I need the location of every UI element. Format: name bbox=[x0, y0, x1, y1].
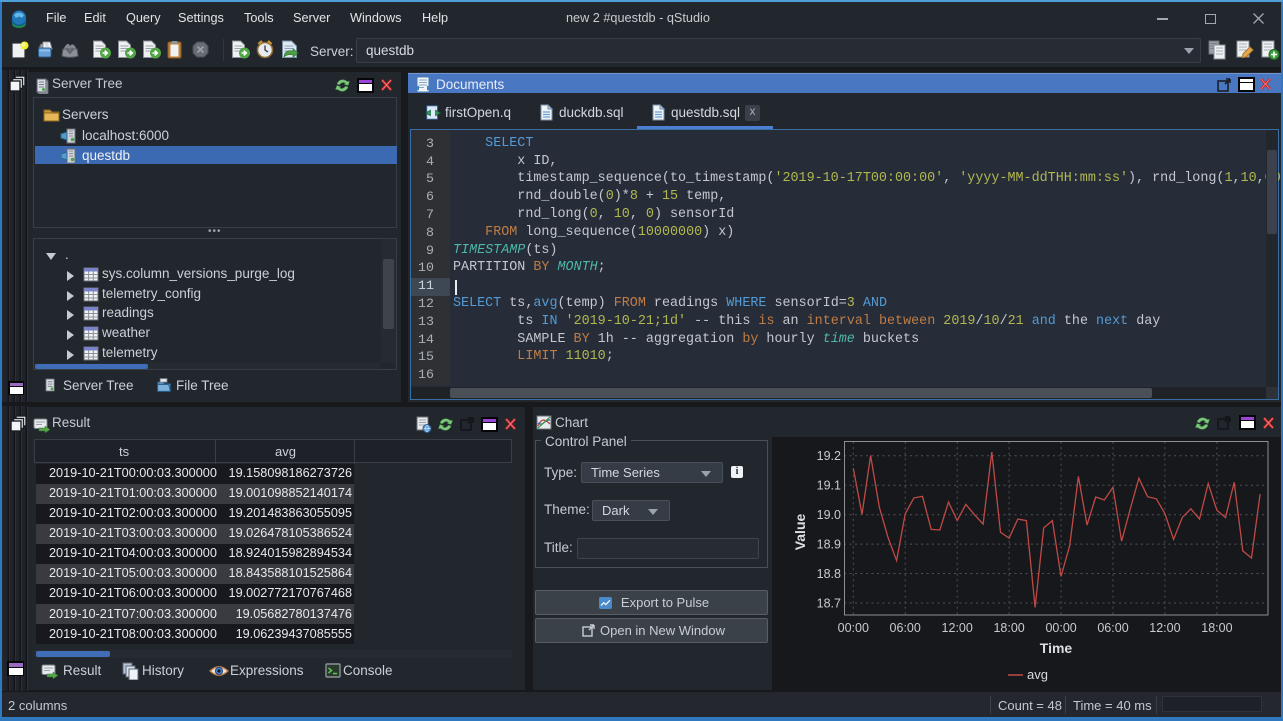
svg-text:18.7: 18.7 bbox=[817, 596, 841, 610]
svg-text:12:00: 12:00 bbox=[1149, 621, 1180, 635]
svg-text:00:00: 00:00 bbox=[838, 621, 869, 635]
svg-text:18:00: 18:00 bbox=[1201, 621, 1232, 635]
svg-text:06:00: 06:00 bbox=[890, 621, 921, 635]
svg-text:18:00: 18:00 bbox=[993, 621, 1024, 635]
svg-text:19.1: 19.1 bbox=[817, 479, 841, 493]
svg-text:12:00: 12:00 bbox=[942, 621, 973, 635]
svg-text:18.8: 18.8 bbox=[817, 567, 841, 581]
svg-text:00:00: 00:00 bbox=[1045, 621, 1076, 635]
svg-text:Time: Time bbox=[1040, 640, 1073, 656]
svg-text:Value: Value bbox=[792, 514, 808, 551]
svg-text:06:00: 06:00 bbox=[1097, 621, 1128, 635]
svg-text:19.0: 19.0 bbox=[817, 508, 841, 522]
svg-text:19.2: 19.2 bbox=[817, 449, 841, 463]
svg-text:18.9: 18.9 bbox=[817, 537, 841, 551]
svg-text:avg: avg bbox=[1027, 667, 1048, 682]
